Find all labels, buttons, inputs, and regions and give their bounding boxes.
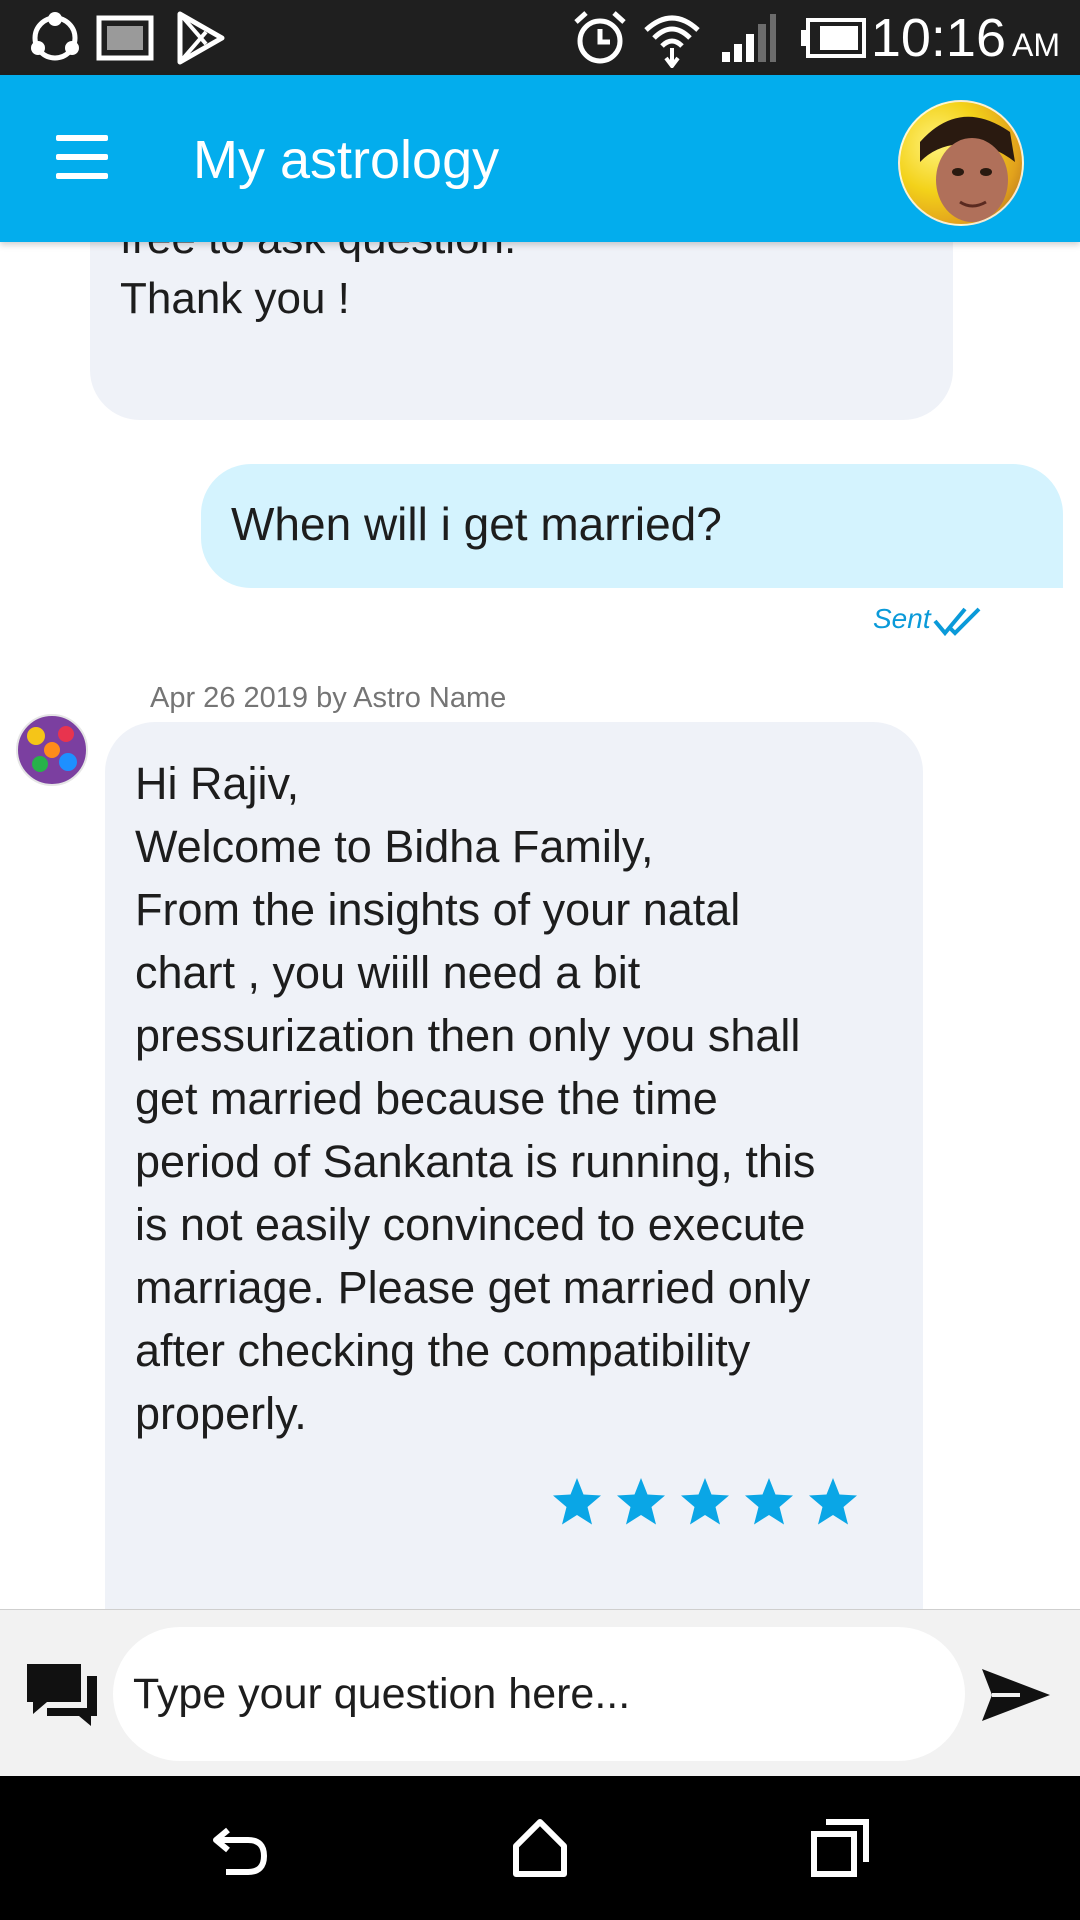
send-icon[interactable]	[980, 1665, 1052, 1725]
hamburger-menu-icon[interactable]	[52, 127, 116, 191]
star-icon[interactable]	[806, 1475, 860, 1529]
system-nav-bar	[0, 1776, 1080, 1920]
star-icon[interactable]	[614, 1475, 668, 1529]
message-line: Hi Rajiv,	[135, 758, 300, 809]
gallery-icon	[96, 15, 154, 61]
message-body: Hi Rajiv, Welcome to Bidha Family, From …	[135, 752, 905, 1445]
question-input[interactable]	[113, 1627, 965, 1761]
chat-thread[interactable]: free to ask question. Thank you ! When w…	[0, 242, 1080, 1609]
message-line: get married because the time	[135, 1073, 718, 1124]
message-line: chart , you wiill need a bit	[135, 947, 641, 998]
screen: 10:16AM My astrology free to ask questio…	[0, 0, 1080, 1920]
battery-icon	[801, 18, 866, 58]
star-icon[interactable]	[742, 1475, 796, 1529]
home-icon[interactable]	[508, 1816, 572, 1880]
message-text: Thank you !	[120, 274, 350, 323]
incoming-message-previous: free to ask question. Thank you !	[90, 242, 953, 420]
wifi-icon	[644, 15, 700, 68]
message-text: free to ask question.	[120, 242, 516, 264]
message-text: When will i get married?	[231, 498, 722, 550]
back-icon[interactable]	[208, 1816, 272, 1880]
message-status: Sent	[873, 594, 983, 644]
page-title: My astrology	[193, 130, 500, 190]
sent-label: Sent	[873, 603, 931, 634]
alarm-icon	[574, 11, 626, 64]
outgoing-message[interactable]: When will i get married?	[201, 464, 1063, 588]
message-line: properly.	[135, 1388, 307, 1439]
clock: 10:16 AM	[870, 8, 1060, 68]
chat-bubbles-icon[interactable]	[25, 1662, 99, 1728]
signal-icon	[722, 14, 776, 62]
message-line: is not easily convinced to execute	[135, 1199, 806, 1250]
message-meta: Apr 26 2019 by Astro Name	[150, 682, 507, 714]
star-icon[interactable]	[550, 1475, 604, 1529]
double-check-icon	[933, 607, 981, 636]
play-store-icon	[177, 11, 225, 65]
message-line: From the insights of your natal	[135, 884, 741, 935]
recent-apps-icon[interactable]	[808, 1816, 872, 1880]
status-bar: 10:16 AM	[0, 0, 1080, 75]
message-line: pressurization then only you shall	[135, 1010, 801, 1061]
star-rating[interactable]	[550, 1475, 870, 1535]
message-line: period of Sankanta is running, this	[135, 1136, 816, 1187]
message-line: marriage. Please get married only	[135, 1262, 811, 1313]
star-icon[interactable]	[678, 1475, 732, 1529]
message-line: after checking the compatibility	[135, 1325, 751, 1376]
astrologer-avatar[interactable]	[14, 712, 90, 788]
compose-bar	[0, 1609, 1080, 1777]
sync-icon	[31, 12, 79, 61]
message-line: Welcome to Bidha Family,	[135, 821, 654, 872]
user-avatar[interactable]	[898, 100, 1024, 226]
app-bar: My astrology	[0, 75, 1080, 242]
